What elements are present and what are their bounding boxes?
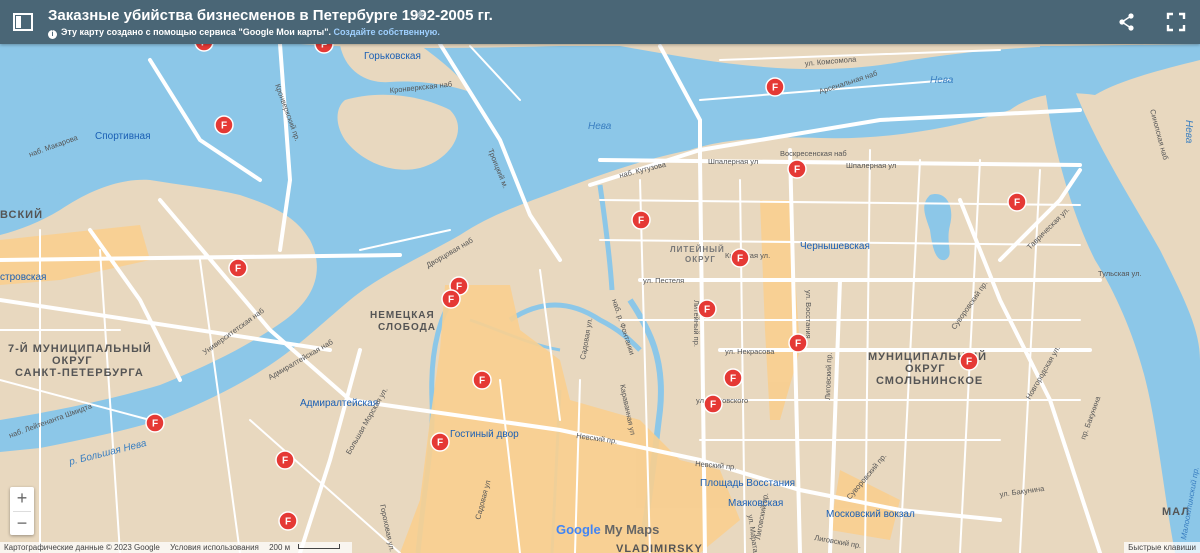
street-label: ул. Пестеля <box>643 276 684 285</box>
district-label: ОКРУГ <box>905 363 946 375</box>
incident-marker[interactable]: F <box>430 432 450 452</box>
incident-marker[interactable]: F <box>730 248 750 268</box>
street-label: Лиговский пр. <box>823 352 834 400</box>
incident-marker[interactable]: F <box>788 333 808 353</box>
street-label: Воскресенская наб <box>780 149 847 158</box>
gun-icon: F <box>730 374 736 385</box>
incident-marker[interactable]: F <box>723 368 743 388</box>
zoom-in-button[interactable]: + <box>10 487 34 511</box>
metro-label: Гостиный двор <box>450 429 519 440</box>
street-label: Тульская ул. <box>1098 269 1142 278</box>
map-header: Заказные убийства бизнесменов в Петербур… <box>0 0 1200 44</box>
map-notice: i Эту карту создано с помощью сервиса "Go… <box>48 27 440 39</box>
district-label: ЛИТЕЙНЫЙ <box>670 245 725 254</box>
district-label: VLADIMIRSKY <box>616 543 703 553</box>
metro-label: стровская <box>0 272 46 283</box>
district-label: ВСКИЙ <box>0 208 43 221</box>
gun-icon: F <box>437 438 443 449</box>
street-label: ул. Некрасова <box>725 347 775 356</box>
metro-label: Маяковская <box>728 498 783 509</box>
incident-marker[interactable]: F <box>214 115 234 135</box>
gun-icon: F <box>710 400 716 411</box>
metro-label: Чернышевская <box>800 241 870 252</box>
mymaps-wordmark: My Maps <box>604 522 660 537</box>
gun-icon: F <box>456 282 462 293</box>
gun-icon: F <box>772 83 778 94</box>
gun-icon: F <box>794 165 800 176</box>
incident-marker[interactable]: F <box>275 450 295 470</box>
incident-marker[interactable]: F <box>703 394 723 414</box>
street-label: Шпалерная ул <box>708 157 758 166</box>
street-label: Шпалерная ул <box>846 161 896 170</box>
gun-icon: F <box>1014 198 1020 209</box>
incident-marker[interactable]: F <box>1007 192 1027 212</box>
metro-label: Площадь Восстания <box>700 478 795 489</box>
incident-marker[interactable]: F <box>278 511 298 531</box>
water-label: Нева <box>588 121 612 132</box>
keyboard-shortcuts-button[interactable]: Быстрые клавиши <box>1124 542 1200 553</box>
gun-icon: F <box>638 216 644 227</box>
terms-link[interactable]: Условия использования <box>170 543 259 552</box>
incident-marker[interactable]: F <box>228 258 248 278</box>
gun-icon: F <box>479 376 485 387</box>
metro-label: Московский вокзал <box>826 509 915 520</box>
fullscreen-icon[interactable] <box>1166 12 1186 32</box>
zoom-control: + − <box>10 487 34 535</box>
zoom-out-button[interactable]: − <box>10 512 34 536</box>
district-label: 7-Й МУНИЦИПАЛЬНЫЙ <box>8 342 152 355</box>
district-label: САНКТ-ПЕТЕРБУРГА <box>15 367 144 379</box>
create-map-link[interactable]: Создайте собственную. <box>334 27 440 37</box>
incident-marker[interactable]: F <box>959 351 979 371</box>
gun-icon: F <box>152 419 158 430</box>
google-my-maps-logo: Google My Maps <box>556 522 659 537</box>
incident-marker[interactable]: F <box>441 289 461 309</box>
incident-marker[interactable]: F <box>472 370 492 390</box>
gun-icon: F <box>221 121 227 132</box>
metro-label: Адмиралтейская <box>300 398 378 409</box>
incident-marker[interactable]: F <box>765 77 785 97</box>
notice-text: Эту карту создано с помощью сервиса "Goo… <box>61 27 331 37</box>
metro-label: Спортивная <box>95 131 151 142</box>
share-icon[interactable] <box>1117 12 1137 32</box>
incident-marker[interactable]: F <box>787 159 807 179</box>
gun-icon: F <box>235 264 241 275</box>
district-label: СЛОБОДА <box>378 322 436 333</box>
water-label: Нева <box>1183 120 1194 144</box>
gun-icon: F <box>448 295 454 306</box>
side-panel-icon[interactable] <box>12 11 34 33</box>
incident-marker[interactable]: F <box>697 299 717 319</box>
incident-marker[interactable]: F <box>631 210 651 230</box>
scale-label[interactable]: 200 м <box>269 543 290 552</box>
gun-icon: F <box>795 339 801 350</box>
incident-marker[interactable]: F <box>145 413 165 433</box>
water-label: Нева <box>930 75 954 86</box>
google-wordmark: Google <box>556 522 601 537</box>
gun-icon: F <box>285 517 291 528</box>
district-label: СМОЛЬНИНСКОЕ <box>876 375 983 387</box>
map-canvas[interactable]: НЕМЕЦКАЯ СЛОБОДА ЛИТЕЙНЫЙ ОКРУГ МУНИЦИПА… <box>0 0 1200 553</box>
district-label: НЕМЕЦКАЯ <box>370 310 435 321</box>
gun-icon: F <box>704 305 710 316</box>
district-label: ОКРУГ <box>52 355 93 367</box>
district-label: ОКРУГ <box>685 255 716 264</box>
attribution-bar: Картографические данные © 2023 Google Ус… <box>0 542 353 553</box>
metro-label: Горьковская <box>364 51 421 62</box>
gun-icon: F <box>966 357 972 368</box>
scale-bar <box>298 544 341 549</box>
info-icon: i <box>48 30 57 39</box>
gun-icon: F <box>737 254 743 265</box>
gun-icon: F <box>282 456 288 467</box>
street-label: ул. Восстания <box>804 290 813 339</box>
map-data-credit: Картографические данные © 2023 Google <box>4 543 160 552</box>
star-icon[interactable]: ★ <box>415 7 426 21</box>
map-title: Заказные убийства бизнесменов в Петербур… <box>48 7 493 24</box>
